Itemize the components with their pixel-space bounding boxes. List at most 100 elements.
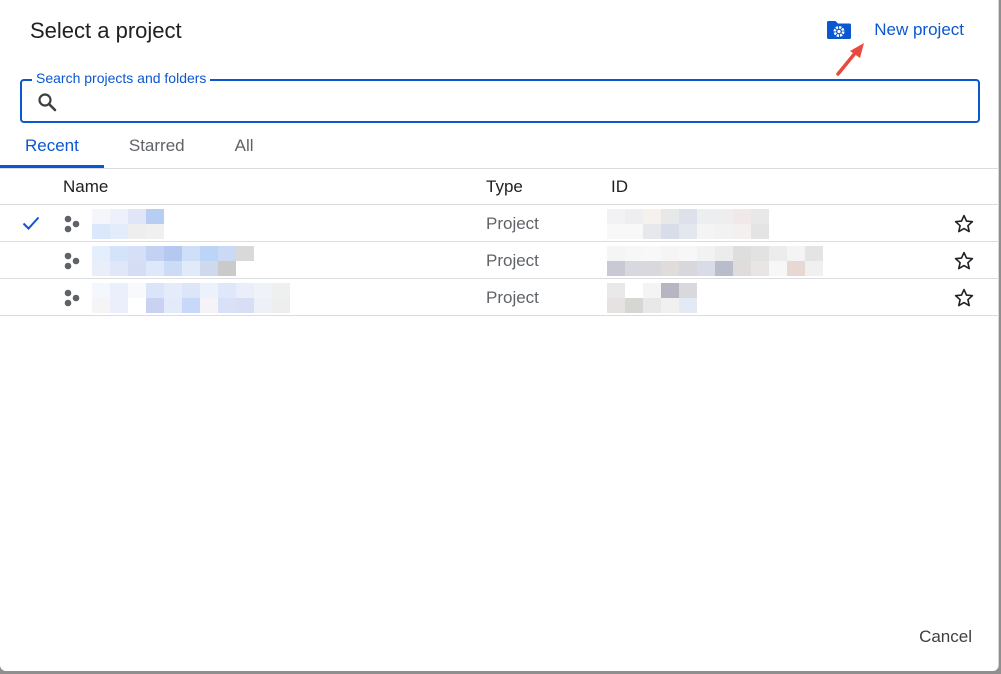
search-field[interactable]: Search projects and folders — [20, 70, 980, 123]
table-row[interactable]: Project — [0, 242, 999, 279]
redaction-pixel — [769, 261, 787, 276]
project-type: Project — [486, 214, 539, 233]
star-icon[interactable] — [954, 214, 974, 234]
redaction-pixel — [643, 298, 661, 313]
column-header-type[interactable]: Type — [486, 177, 523, 197]
redaction-pixel — [254, 283, 272, 298]
redaction-pixel — [92, 209, 110, 224]
redaction-pixel — [643, 261, 661, 276]
project-icon — [64, 289, 80, 307]
project-id-redacted — [607, 246, 823, 276]
redaction-pixel — [787, 261, 805, 276]
redaction-pixel — [128, 224, 146, 239]
redaction-pixel — [805, 246, 823, 261]
project-name-redacted[interactable] — [92, 246, 254, 276]
redaction-pixel — [715, 209, 733, 224]
tab-starred[interactable]: Starred — [104, 128, 210, 168]
redaction-pixel — [715, 246, 733, 261]
redaction-pixel — [236, 298, 254, 313]
tab-recent[interactable]: Recent — [0, 128, 104, 168]
column-header-id[interactable]: ID — [611, 177, 628, 197]
redaction-pixel — [715, 261, 733, 276]
redaction-pixel — [164, 298, 182, 313]
redaction-pixel — [625, 209, 643, 224]
redaction-pixel — [607, 261, 625, 276]
redaction-pixel — [146, 283, 164, 298]
annotation-arrow-icon — [836, 43, 864, 76]
star-icon[interactable] — [954, 251, 974, 271]
redaction-pixel — [661, 298, 679, 313]
redaction-pixel — [110, 209, 128, 224]
redaction-pixel — [254, 298, 272, 313]
star-icon[interactable] — [954, 288, 974, 308]
redaction-pixel — [607, 298, 625, 313]
table-row[interactable]: Project — [0, 205, 999, 242]
redaction-pixel — [733, 209, 751, 224]
redaction-pixel — [272, 298, 290, 313]
project-name-redacted[interactable] — [92, 209, 164, 239]
table-body: Project Project Project — [0, 205, 999, 316]
search-input[interactable] — [70, 87, 960, 115]
new-project-group: New project — [826, 20, 964, 40]
project-id-redacted — [607, 209, 769, 239]
tab-bar: Recent Starred All — [0, 128, 279, 168]
check-icon — [22, 216, 40, 230]
search-label: Search projects and folders — [32, 70, 211, 86]
redaction-pixel — [733, 224, 751, 239]
redaction-pixel — [92, 246, 110, 261]
redaction-pixel — [200, 283, 218, 298]
redaction-pixel — [679, 298, 697, 313]
redaction-pixel — [733, 261, 751, 276]
redaction-pixel — [679, 209, 697, 224]
redaction-pixel — [92, 261, 110, 276]
redaction-pixel — [236, 261, 254, 276]
redaction-pixel — [607, 283, 625, 298]
table-row[interactable]: Project — [0, 279, 999, 316]
redaction-pixel — [146, 246, 164, 261]
redaction-pixel — [236, 246, 254, 261]
redaction-pixel — [218, 298, 236, 313]
column-header-name[interactable]: Name — [63, 177, 108, 197]
redaction-pixel — [182, 283, 200, 298]
redaction-pixel — [625, 246, 643, 261]
redaction-pixel — [218, 261, 236, 276]
redaction-pixel — [146, 298, 164, 313]
cancel-button[interactable]: Cancel — [919, 627, 972, 647]
redaction-pixel — [164, 283, 182, 298]
project-type: Project — [486, 288, 539, 307]
redaction-pixel — [236, 283, 254, 298]
redaction-pixel — [625, 298, 643, 313]
tab-all[interactable]: All — [210, 128, 279, 168]
redaction-pixel — [697, 224, 715, 239]
new-project-link[interactable]: New project — [874, 20, 964, 40]
redaction-pixel — [751, 224, 769, 239]
redaction-pixel — [200, 261, 218, 276]
redaction-pixel — [272, 283, 290, 298]
redaction-pixel — [92, 224, 110, 239]
project-name-redacted[interactable] — [92, 283, 290, 313]
project-id-redacted — [607, 283, 697, 313]
redaction-pixel — [643, 246, 661, 261]
redaction-pixel — [164, 261, 182, 276]
redaction-pixel — [200, 298, 218, 313]
redaction-pixel — [625, 224, 643, 239]
redaction-pixel — [679, 283, 697, 298]
redaction-pixel — [110, 283, 128, 298]
redaction-pixel — [182, 298, 200, 313]
folder-settings-icon[interactable] — [826, 20, 852, 40]
project-type: Project — [486, 251, 539, 270]
redaction-pixel — [110, 224, 128, 239]
redaction-pixel — [697, 209, 715, 224]
redaction-pixel — [607, 224, 625, 239]
redaction-pixel — [128, 298, 146, 313]
dialog-title: Select a project — [30, 18, 182, 43]
table-header: Name Type ID — [0, 169, 999, 205]
redaction-pixel — [643, 224, 661, 239]
redaction-pixel — [661, 246, 679, 261]
redaction-pixel — [697, 261, 715, 276]
redaction-pixel — [128, 246, 146, 261]
project-table: Name Type ID Project Project Project — [0, 169, 999, 316]
redaction-pixel — [733, 246, 751, 261]
redaction-pixel — [625, 283, 643, 298]
redaction-pixel — [661, 283, 679, 298]
